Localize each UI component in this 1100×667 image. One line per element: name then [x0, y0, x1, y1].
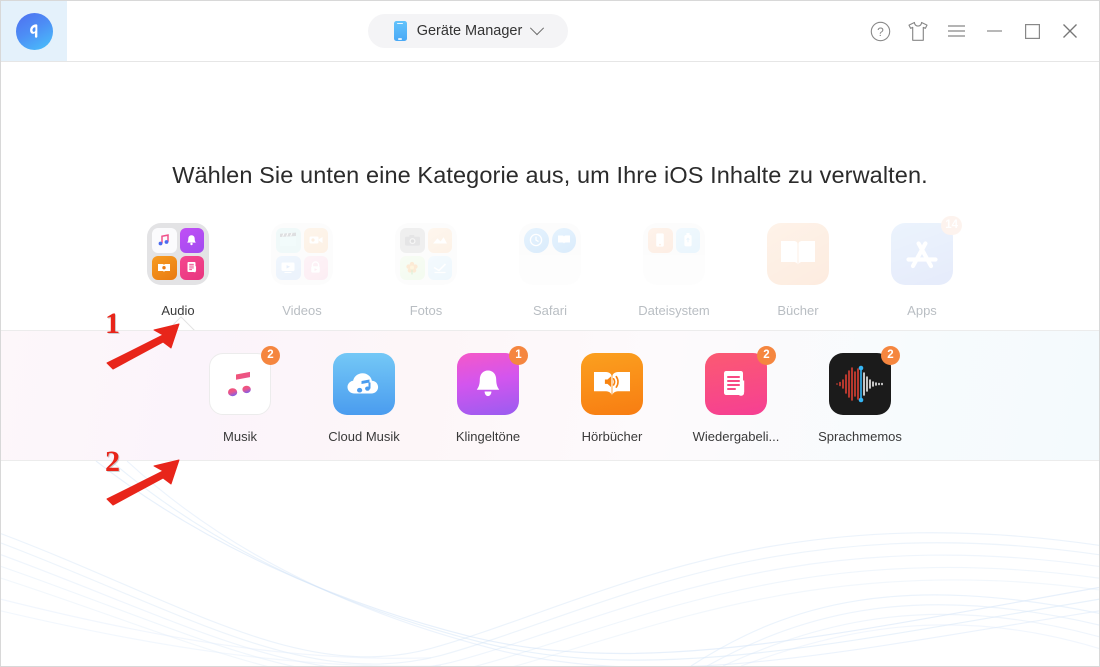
category-label: Audio: [161, 303, 195, 318]
app-logo: [1, 1, 67, 61]
musik-badge: 2: [261, 346, 280, 365]
filesystem-folder-icon: [643, 223, 705, 285]
flower-tile: [400, 255, 425, 280]
sprachmemos-badge: 2: [881, 346, 900, 365]
voice-memo-icon: 2: [829, 346, 900, 415]
app-store-icon: 14: [891, 216, 962, 285]
category-row-top: Audio Videos Fotos Safari Dateisystem Bü…: [1, 216, 1099, 330]
bell-icon: 1: [457, 346, 528, 415]
main-content: Wählen Sie unten eine Kategorie aus, um …: [1, 62, 1099, 666]
locked-video-tile: [303, 255, 328, 280]
playlist-tile: [179, 255, 204, 280]
audio-folder-icon: [147, 223, 209, 285]
category-safari[interactable]: Safari: [488, 223, 612, 318]
wiedergabelisten-badge: 2: [757, 346, 776, 365]
category-label: Apps: [907, 303, 937, 318]
music-note-icon: 2: [209, 346, 280, 415]
camcorder-tile: [303, 228, 328, 253]
usb-tile: [675, 228, 700, 253]
category-label: Fotos: [409, 303, 443, 318]
music-note-tile: [152, 228, 177, 253]
category-dateisystem[interactable]: Dateisystem: [612, 223, 736, 318]
application-window: Geräte Manager ? Wählen Sie unten eine K…: [0, 0, 1100, 667]
subcategory-label: Sprachmemos: [818, 429, 902, 444]
subcategory-label: Wiedergabeli...: [692, 429, 780, 444]
device-manager-button[interactable]: Geräte Manager: [367, 14, 569, 48]
category-apps[interactable]: 14 Apps: [860, 216, 984, 318]
anytrans-logo-icon: [15, 12, 53, 50]
category-audio[interactable]: Audio: [116, 223, 240, 318]
help-button[interactable]: ?: [869, 20, 891, 42]
title-bar: Geräte Manager ?: [1, 1, 1099, 62]
videos-folder-icon: [271, 223, 333, 285]
subcategory-sprachmemos[interactable]: 2 Sprachmemos: [798, 346, 922, 444]
subcategory-hoerbuecher[interactable]: Hörbücher: [550, 353, 674, 444]
tv-play-tile: [276, 255, 301, 280]
device-tile: [648, 228, 673, 253]
theme-button[interactable]: [907, 20, 929, 42]
books-icon: [767, 223, 829, 285]
menu-button[interactable]: [945, 20, 967, 42]
audiobook-tile: [152, 255, 177, 280]
decorative-wave-background: [1, 461, 1099, 666]
category-buecher[interactable]: Bücher: [736, 223, 860, 318]
category-row-subcategories: 2 Musik Cloud Musik 1 Klingeltöne Hörbüc…: [1, 330, 1099, 461]
safari-folder-icon: [519, 223, 581, 285]
phone-icon: [393, 21, 407, 41]
panorama-tile: [427, 228, 452, 253]
chevron-down-icon[interactable]: [530, 21, 545, 36]
empty-tile: [648, 256, 673, 281]
category-label: Videos: [282, 303, 322, 318]
cloud-music-icon: [333, 353, 395, 415]
empty-tile: [676, 256, 701, 281]
apps-badge: 14: [941, 216, 962, 235]
subcategory-label: Hörbücher: [581, 429, 643, 444]
subcategory-label: Klingeltöne: [455, 429, 521, 444]
bookmarks-tile: [551, 228, 576, 253]
photos-folder-icon: [395, 223, 457, 285]
empty-tile: [524, 256, 549, 281]
camera-tile: [400, 228, 425, 253]
subcategory-label: Cloud Musik: [328, 429, 400, 444]
subcategory-cloud-musik[interactable]: Cloud Musik: [302, 353, 426, 444]
seagull-tile: [427, 255, 452, 280]
category-fotos[interactable]: Fotos: [364, 223, 488, 318]
empty-tile: [552, 256, 577, 281]
svg-text:?: ?: [877, 24, 884, 38]
playlist-icon: 2: [705, 346, 776, 415]
category-label: Safari: [533, 303, 567, 318]
title-center: Geräte Manager: [67, 14, 869, 48]
clapperboard-tile: [276, 228, 301, 253]
window-controls: ?: [869, 20, 1099, 42]
device-manager-label: Geräte Manager: [416, 23, 523, 39]
minimize-button[interactable]: [983, 20, 1005, 42]
klingeltoene-badge: 1: [509, 346, 528, 365]
subcategory-klingeltoene[interactable]: 1 Klingeltöne: [426, 346, 550, 444]
category-videos[interactable]: Videos: [240, 223, 364, 318]
history-clock-tile: [524, 228, 549, 253]
subcategory-label: Musik: [223, 429, 257, 444]
subcategory-musik[interactable]: 2 Musik: [178, 346, 302, 444]
bell-tile: [179, 228, 204, 253]
category-label: Bücher: [777, 303, 819, 318]
maximize-button[interactable]: [1021, 20, 1043, 42]
subcategory-wiedergabelisten[interactable]: 2 Wiedergabeli...: [674, 346, 798, 444]
page-title: Wählen Sie unten eine Kategorie aus, um …: [172, 162, 928, 188]
close-button[interactable]: [1059, 20, 1081, 42]
category-label: Dateisystem: [638, 303, 710, 318]
audiobook-icon: [581, 353, 643, 415]
